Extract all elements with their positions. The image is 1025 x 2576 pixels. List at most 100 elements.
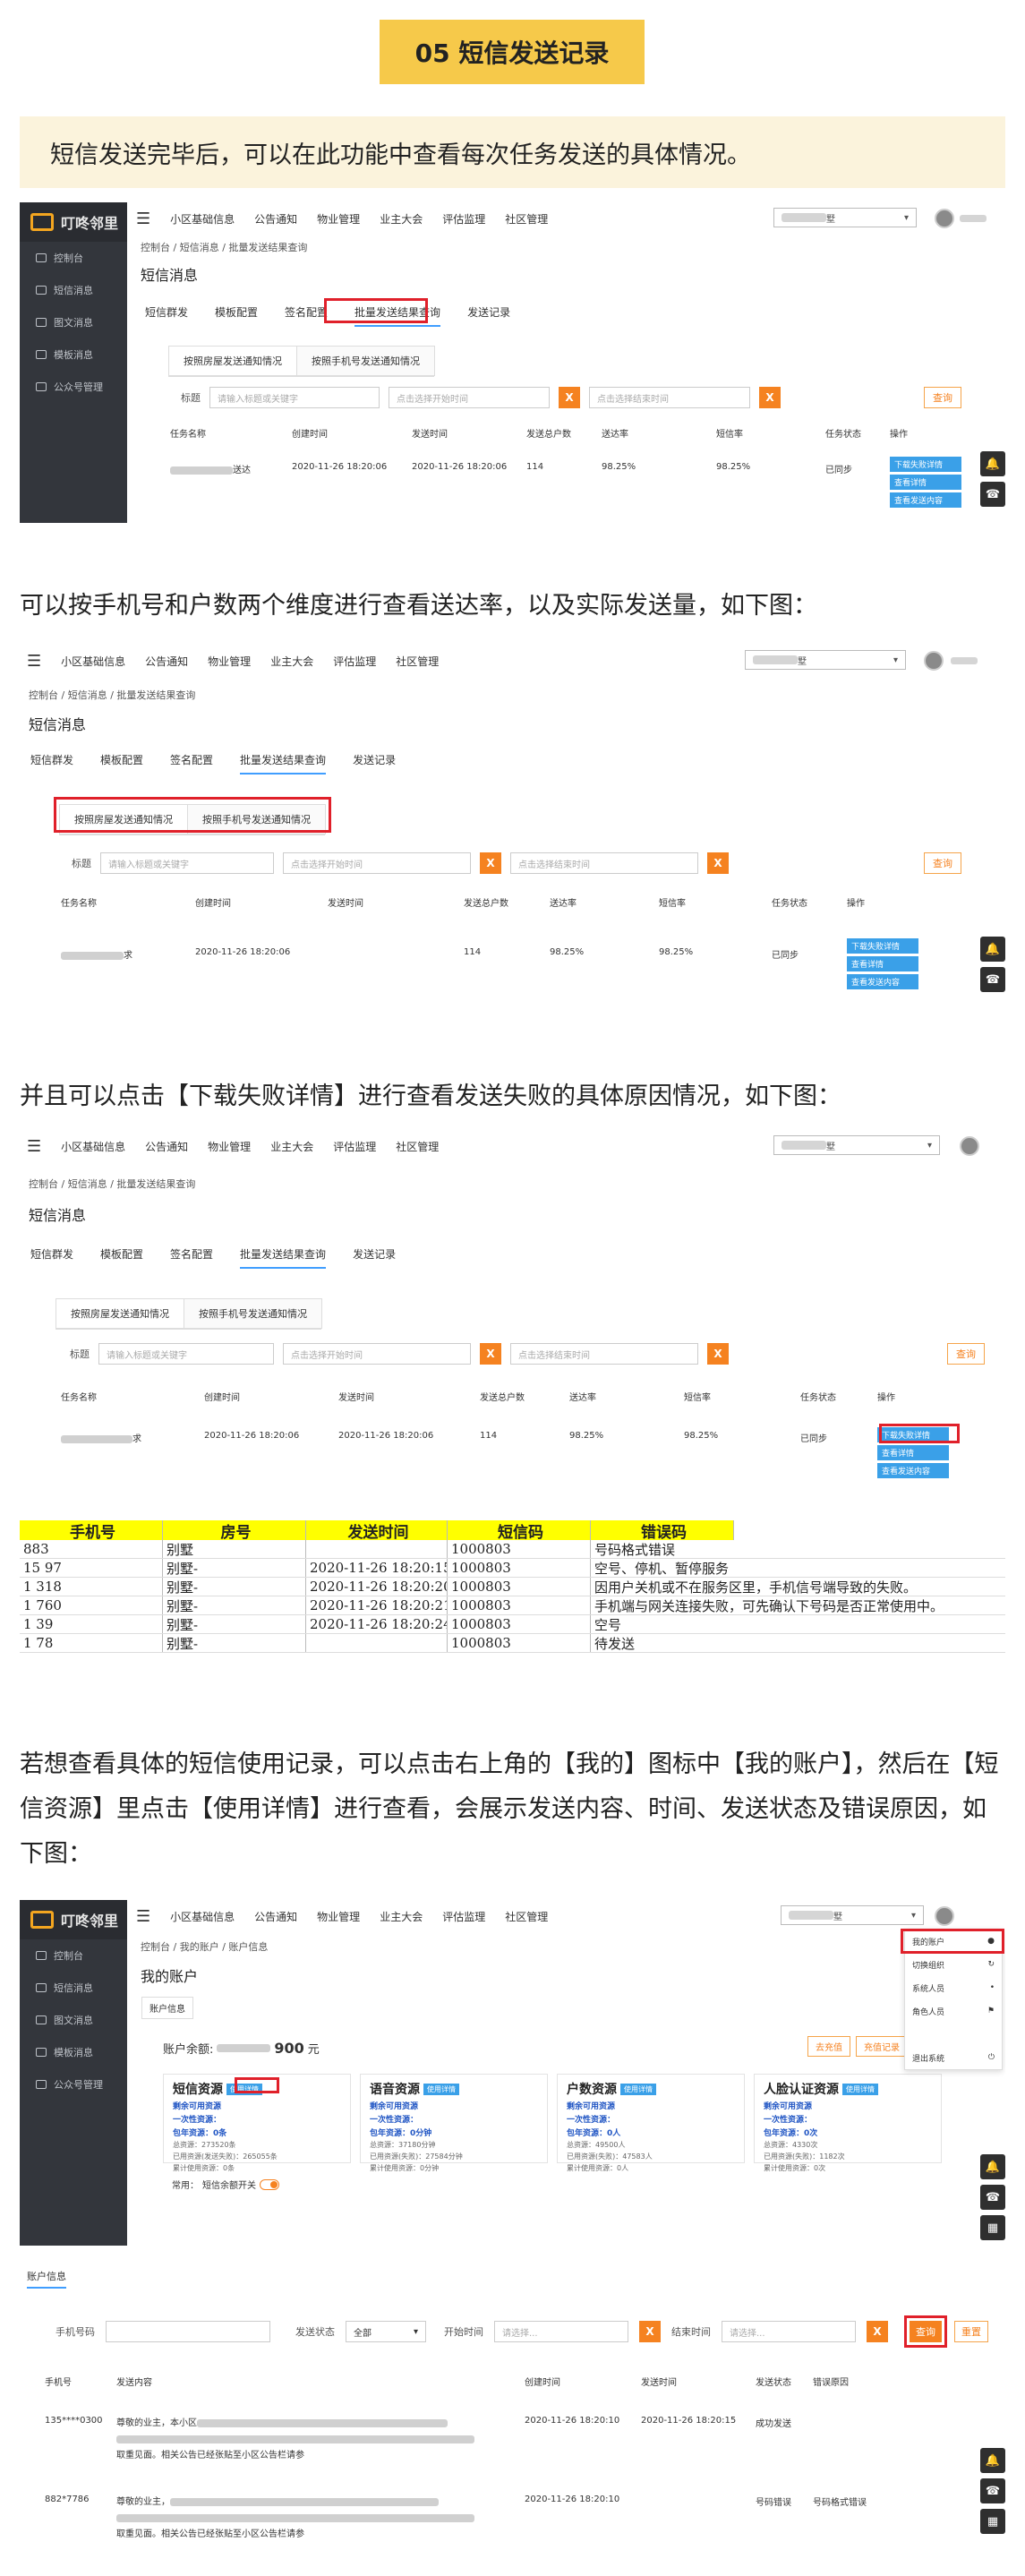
menu-system-users[interactable]: 系统人员 • <box>905 1976 1002 1999</box>
qr-icon[interactable]: ▦ <box>980 2509 1005 2534</box>
nav-assessment[interactable]: 评估监理 <box>442 211 485 227</box>
reset-button[interactable]: 重置 <box>954 2321 988 2342</box>
wechat-icon <box>36 382 47 391</box>
refresh-icon: ↻ <box>987 1960 995 1969</box>
sheet-row: 15 97 别墅- 2020-11-26 18:20:15 1000803 空号、停机、… <box>20 1559 1005 1578</box>
status-select[interactable]: 全部 ▾ <box>346 2321 426 2342</box>
clear-end-button[interactable]: X <box>759 387 781 408</box>
table-row: 送达 2020-11-26 18:20:06 2020-11-26 18:20:… <box>170 457 961 508</box>
sidebar-item-sms[interactable]: 短信消息 <box>20 274 127 306</box>
menu-icon[interactable]: ☰ <box>136 210 150 228</box>
recharge-record-button[interactable]: 充值记录 <box>856 2036 908 2057</box>
highlight-box <box>235 2077 279 2093</box>
tab-broadcast[interactable]: 短信群发 <box>145 304 188 327</box>
avatar[interactable] <box>960 1136 979 1156</box>
sidebar-item-console[interactable]: 控制台 <box>20 242 127 274</box>
table-row: 求 2020-11-26 18:20:06 2020-11-26 18:20:0… <box>61 1427 949 1478</box>
sidebar-item-wechat[interactable]: 公众号管理 <box>20 371 127 403</box>
common-toggle-row: 常用： 短信余额开关 <box>172 2178 279 2191</box>
menu-switch-org[interactable]: 切换组织 ↻ <box>905 1953 1002 1976</box>
start-date-input[interactable]: 请选择... <box>494 2321 628 2342</box>
person-icon: • <box>989 1983 995 1992</box>
phone-icon[interactable]: ☎ <box>980 2185 1005 2210</box>
start-time-input[interactable]: 点击选择开始时间 <box>389 387 550 408</box>
bell-icon[interactable]: 🔔 <box>980 2448 1005 2473</box>
phone-icon[interactable]: ☎ <box>980 967 1005 992</box>
top-nav: ☰ 小区基础信息 公告通知 物业管理 业主大会 评估监理 社区管理 <box>136 202 548 235</box>
globe-icon <box>36 318 47 327</box>
subtab-by-phone[interactable]: 按照手机号发送通知情况 <box>296 346 435 376</box>
highlight-box <box>901 1929 1004 1954</box>
highlight-box <box>904 2315 947 2348</box>
screenshot-usage-records: 账户信息 手机号码 发送状态 全部 ▾ 开始时间 请选择... X 结束时间 请选… <box>20 2260 1005 2564</box>
phone-input[interactable] <box>106 2321 270 2342</box>
menu-icon[interactable]: ☰ <box>136 1907 150 1926</box>
bell-icon[interactable]: 🔔 <box>980 451 1005 476</box>
screenshot-dimensions: ☰ 小区基础信息 公告通知 物业管理 业主大会 评估监理 社区管理 墅 ▾ 控制台… <box>20 645 1005 1001</box>
screenshot-download-failures: ☰ 小区基础信息 公告通知 物业管理 业主大会 评估监理 社区管理 墅 ▾ 控制台… <box>20 1130 1005 1497</box>
account-select[interactable]: 墅 ▾ <box>773 1135 940 1155</box>
tab-signature[interactable]: 签名配置 <box>285 304 328 327</box>
sheet-row: 1 78 别墅- 1000803 待发送 <box>20 1634 1005 1653</box>
qr-icon[interactable]: ▦ <box>980 2215 1005 2240</box>
query-button[interactable]: 查询 <box>924 387 961 408</box>
account-select[interactable]: 墅 ▾ <box>781 1905 924 1925</box>
sheet-row: 1 318 别墅- 2020-11-26 18:20:20 1000803 因用户关机或… <box>20 1578 1005 1596</box>
account-select[interactable]: 墅 ▾ <box>773 208 917 227</box>
clear-start-button[interactable]: X <box>639 2321 661 2342</box>
failure-spreadsheet: 手机号 房号 发送时间 短信码 错误码 883 别墅 1000803 号码格式错误 1… <box>20 1520 1005 1653</box>
view-content-button[interactable]: 查看发送内容 <box>890 492 961 508</box>
sms-balance-toggle[interactable] <box>260 2178 279 2190</box>
sheet-row: 883 别墅 1000803 号码格式错误 <box>20 1540 1005 1559</box>
avatar[interactable] <box>935 209 954 228</box>
menu-role-users[interactable]: 角色人员 ⚑ <box>905 1999 1002 2023</box>
sheet-header: 手机号 房号 发送时间 短信码 错误码 <box>20 1520 1005 1540</box>
tab-account-info[interactable]: 账户信息 <box>141 1997 193 2019</box>
recharge-button[interactable]: 去充值 <box>807 2036 850 2057</box>
subtab-by-house[interactable]: 按照房屋发送通知情况 <box>168 346 297 376</box>
balance: 账户余额: 900 元 <box>163 2040 320 2057</box>
sidebar-item-template[interactable]: 模板消息 <box>20 338 127 371</box>
nav-social[interactable]: 社区管理 <box>505 211 548 227</box>
menu-icon[interactable]: ☰ <box>27 1137 41 1156</box>
sidebar: 叮咚邻里 控制台 短信消息 图文消息 模板消息 公众号管理 <box>20 202 127 523</box>
usage-filter-row: 手机号码 发送状态 全部 ▾ 开始时间 请选择... X 结束时间 请选择... … <box>56 2321 888 2342</box>
bell-icon[interactable]: 🔔 <box>980 937 1005 962</box>
view-details-button[interactable]: 查看详情 <box>890 475 961 490</box>
brand: 叮咚邻里 <box>20 202 127 242</box>
flag-icon: ⚑ <box>987 2007 995 2015</box>
account-select[interactable]: 墅 ▾ <box>745 650 906 670</box>
table-row: 135****0300 尊敬的业主，本小区 取重见面。相关公告已经张贴至小区公告栏… <box>45 2416 791 2460</box>
download-failures-button[interactable]: 下载失败详情 <box>890 457 961 472</box>
avatar[interactable] <box>924 651 944 671</box>
tab-template[interactable]: 模板配置 <box>215 304 258 327</box>
nav-owners[interactable]: 业主大会 <box>380 211 423 227</box>
clear-end-button[interactable]: X <box>867 2321 888 2342</box>
wechat-icon <box>36 2080 47 2089</box>
message-icon <box>36 286 47 295</box>
para-dimensions: 可以按手机号和户数两个维度进行查看送达率，以及实际发送量，如下图： <box>20 592 817 620</box>
face-auth-resource-card: 人脸认证资源 使用详情 剩余可用资源 一次性资源： 包年资源：0次 总资源：4330次… <box>754 2074 942 2172</box>
tab-records[interactable]: 发送记录 <box>467 304 510 327</box>
logo-icon <box>30 1911 54 1929</box>
filter-row: 标题 请输入标题或关键字 点击选择开始时间 X 点击选择结束时间 X <box>181 387 781 408</box>
menu-logout[interactable]: 退出系统 ⏻ <box>905 2046 1002 2069</box>
nav-property[interactable]: 物业管理 <box>317 211 360 227</box>
avatar[interactable] <box>935 1906 954 1926</box>
nav-notice[interactable]: 公告通知 <box>254 211 297 227</box>
end-time-input[interactable]: 点击选择结束时间 <box>589 387 750 408</box>
phone-icon[interactable]: ☎ <box>980 2478 1005 2503</box>
title-input[interactable]: 请输入标题或关键字 <box>209 387 380 408</box>
sidebar: 叮咚邻里 控制台 短信消息 图文消息 模板消息 公众号管理 <box>20 1900 127 2246</box>
end-date-input[interactable]: 请选择... <box>722 2321 856 2342</box>
menu-icon[interactable]: ☰ <box>27 652 41 671</box>
section-account-info[interactable]: 账户信息 <box>27 2269 66 2289</box>
sidebar-item-graphic[interactable]: 图文消息 <box>20 306 127 338</box>
phone-icon[interactable]: ☎ <box>980 482 1005 507</box>
bell-icon[interactable]: 🔔 <box>980 2154 1005 2179</box>
highlight-box <box>54 797 331 833</box>
clear-start-button[interactable]: X <box>559 387 580 408</box>
nav-community[interactable]: 小区基础信息 <box>170 211 235 227</box>
para-account: 若想查看具体的短信使用记录，可以点击右上角的【我的】图标中【我的账户】，然后在【… <box>20 1750 999 1868</box>
screenshot-batch-results: 叮咚邻里 控制台 短信消息 图文消息 模板消息 公众号管理 ☰ 小区基础信息 公… <box>20 202 1005 523</box>
